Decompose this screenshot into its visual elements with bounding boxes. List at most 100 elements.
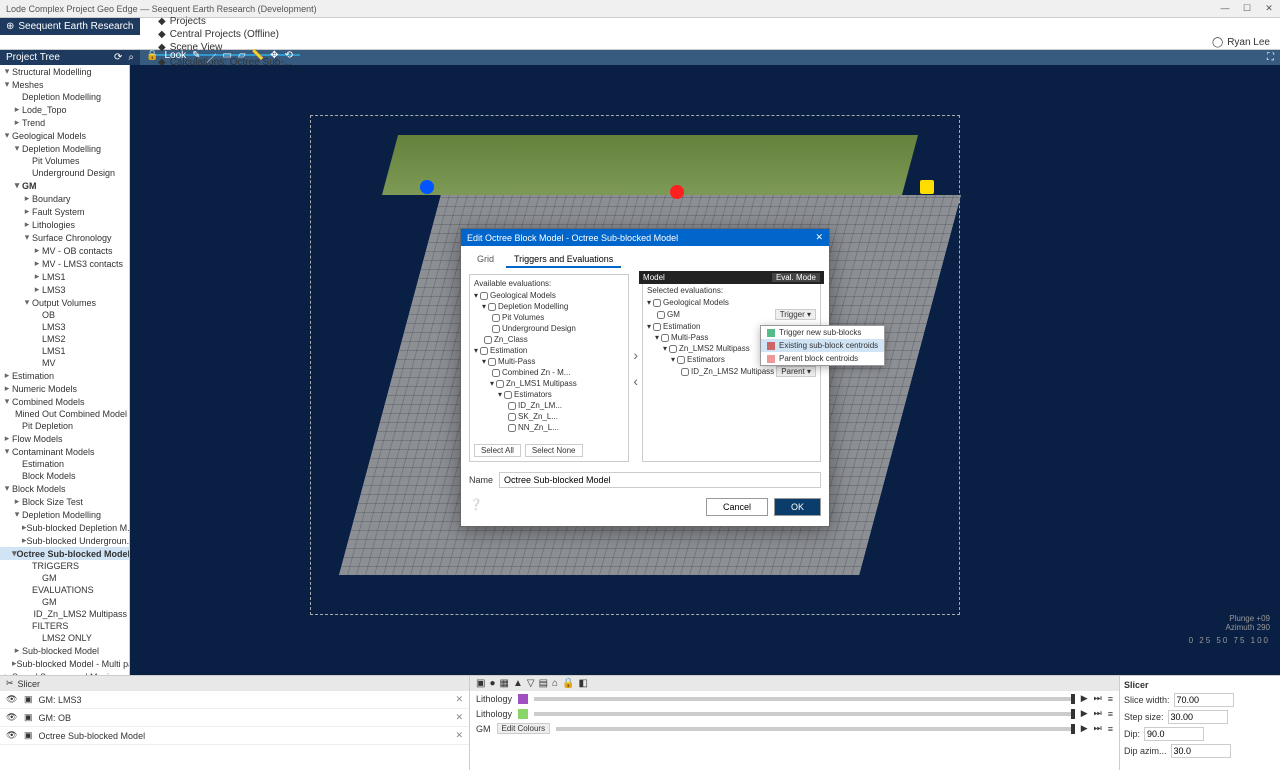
eval-tree-item[interactable]: GMTrigger ▾ bbox=[647, 308, 816, 321]
tree-item[interactable]: ▸Estimation bbox=[0, 369, 129, 382]
search-icon[interactable]: ⌕ bbox=[128, 52, 134, 63]
tree-item[interactable]: FILTERS bbox=[0, 620, 129, 632]
tree-item[interactable]: GM bbox=[0, 572, 129, 584]
eval-tree-item[interactable]: ▾Estimators bbox=[474, 389, 624, 400]
dialog-tab-grid[interactable]: Grid bbox=[469, 252, 502, 268]
opacity-slider-3[interactable] bbox=[556, 727, 1075, 731]
lock2-icon[interactable]: 🔒 bbox=[562, 678, 574, 689]
eval-tree-item[interactable]: Underground Design bbox=[474, 323, 624, 334]
surface-icon[interactable]: ▲ bbox=[513, 678, 523, 689]
remove-icon[interactable]: ✕ bbox=[455, 730, 463, 741]
dialog-close-icon[interactable]: ✕ bbox=[815, 232, 823, 243]
list-icon[interactable]: ≡ bbox=[1108, 694, 1113, 704]
dialog-tab-triggers[interactable]: Triggers and Evaluations bbox=[506, 252, 621, 268]
opacity-slider-2[interactable] bbox=[534, 712, 1075, 716]
step-size-input[interactable] bbox=[1168, 710, 1228, 724]
eval-tree-item[interactable]: ▾Multi-Pass bbox=[474, 356, 624, 367]
tree-item[interactable]: Pit Depletion bbox=[0, 420, 129, 432]
mode-option-trigger[interactable]: Trigger new sub-blocks bbox=[761, 326, 884, 339]
layer-icon[interactable]: ▤ bbox=[539, 678, 548, 689]
sphere-icon[interactable]: ● bbox=[489, 678, 495, 689]
home-icon[interactable]: ⌂ bbox=[552, 678, 558, 689]
tree-item[interactable]: ▾Block Models bbox=[0, 482, 129, 495]
tree-item[interactable]: LMS1 bbox=[0, 345, 129, 357]
tree-item[interactable]: ▸Saved Scenes and Movies bbox=[0, 670, 129, 675]
cube-icon[interactable]: ▣ bbox=[476, 678, 485, 689]
tool-move-icon[interactable]: ✥ bbox=[270, 50, 278, 65]
tree-item[interactable]: LMS2 ONLY bbox=[0, 632, 129, 644]
remove-icon[interactable]: ✕ bbox=[455, 712, 463, 723]
skip-icon-2[interactable]: ⏭ bbox=[1094, 708, 1102, 719]
tree-item[interactable]: ▸Flow Models bbox=[0, 432, 129, 445]
eval-tree-item[interactable]: ID_Zn_LM... bbox=[474, 400, 624, 411]
tree-item[interactable]: ▾Surface Chronology bbox=[0, 231, 129, 244]
tree-item[interactable]: Block Models bbox=[0, 470, 129, 482]
tree-item[interactable]: MV bbox=[0, 357, 129, 369]
move-left-icon[interactable]: ‹ bbox=[633, 373, 638, 389]
mode-option-existing[interactable]: Existing sub-block centroids bbox=[761, 339, 884, 352]
visibility-icon[interactable]: 👁 bbox=[6, 730, 18, 741]
eval-tree-item[interactable]: ▾Zn_LMS1 Multipass bbox=[474, 378, 624, 389]
rgb-icon[interactable]: ◧ bbox=[579, 678, 588, 689]
eval-tree-item[interactable]: Combined Zn - M... bbox=[474, 367, 624, 378]
scene-list-item[interactable]: 👁▣GM: LMS3✕ bbox=[0, 691, 469, 709]
mode-option-parent[interactable]: Parent block centroids bbox=[761, 352, 884, 365]
tree-item[interactable]: ▾Output Volumes bbox=[0, 296, 129, 309]
opacity-slider[interactable] bbox=[534, 697, 1075, 701]
tree-item[interactable]: ▸MV - LMS3 contacts bbox=[0, 257, 129, 270]
eval-tree-item[interactable]: ▾Geological Models bbox=[474, 290, 624, 301]
tree-item[interactable]: ▸Sub-blocked Model - Multi pass bbox=[0, 657, 129, 670]
play-icon[interactable]: ▶ bbox=[1081, 693, 1088, 704]
eval-mode-button[interactable]: Parent ▾ bbox=[776, 366, 816, 377]
visibility-icon[interactable]: 👁 bbox=[6, 694, 18, 705]
selected-tree[interactable]: ▾Geological ModelsGMTrigger ▾▾Estimation… bbox=[643, 297, 820, 447]
tree-item[interactable]: ▸MV - OB contacts bbox=[0, 244, 129, 257]
eval-tree-item[interactable]: ▾Estimation bbox=[474, 345, 624, 356]
tree-item[interactable]: GM bbox=[0, 596, 129, 608]
user-avatar-icon[interactable]: ◯ bbox=[1212, 37, 1223, 48]
tree-item[interactable]: ▸Sub-blocked Model bbox=[0, 644, 129, 657]
tree-item[interactable]: Depletion Modelling bbox=[0, 91, 129, 103]
tree-item[interactable]: LMS3 bbox=[0, 321, 129, 333]
play-icon-2[interactable]: ▶ bbox=[1081, 708, 1088, 719]
tab-central-projects-offline-[interactable]: ◆ Central Projects (Offline) bbox=[150, 28, 300, 41]
tree-item[interactable]: ▸Numeric Models bbox=[0, 382, 129, 395]
tool-brush-icon[interactable]: ✎ bbox=[192, 50, 200, 65]
cancel-button[interactable]: Cancel bbox=[706, 498, 768, 516]
lock-icon[interactable]: 🔒 bbox=[146, 50, 158, 65]
tree-item[interactable]: OB bbox=[0, 309, 129, 321]
eval-tree-item[interactable]: ▾Depletion Modelling bbox=[474, 301, 624, 312]
tree-item[interactable]: ID_Zn_LMS2 Multipass bbox=[0, 608, 129, 620]
slice-width-input[interactable] bbox=[1174, 693, 1234, 707]
play-icon-3[interactable]: ▶ bbox=[1081, 723, 1088, 734]
tree-item[interactable]: EVALUATIONS bbox=[0, 584, 129, 596]
tree-item[interactable]: ▾Octree Sub-blocked Model bbox=[0, 547, 129, 560]
move-right-icon[interactable]: › bbox=[633, 347, 638, 363]
tree-item[interactable]: Underground Design bbox=[0, 167, 129, 179]
tree-item[interactable]: ▸Sub-blocked Undergroun... bbox=[0, 534, 129, 547]
expand-icon[interactable]: ⛶ bbox=[1261, 52, 1280, 63]
tree-item[interactable]: ▸Sub-blocked Depletion M... bbox=[0, 521, 129, 534]
dip-az-input[interactable] bbox=[1171, 744, 1231, 758]
tool-rect-icon[interactable]: ▭ bbox=[223, 50, 232, 65]
tree-item[interactable]: ▸Boundary bbox=[0, 192, 129, 205]
close-icon[interactable]: ✕ bbox=[1264, 3, 1274, 14]
tree-item[interactable]: ▾GM bbox=[0, 179, 129, 192]
axis-handle-x[interactable] bbox=[420, 180, 434, 194]
tool-ruler-icon[interactable]: 📏 bbox=[252, 50, 264, 65]
tree-item[interactable]: Estimation bbox=[0, 458, 129, 470]
skip-icon[interactable]: ⏭ bbox=[1094, 693, 1102, 704]
tab-projects[interactable]: ◆ Projects bbox=[150, 15, 300, 28]
tree-item[interactable]: ▸Lithologies bbox=[0, 218, 129, 231]
scene-list-item[interactable]: 👁▣GM: OB✕ bbox=[0, 709, 469, 727]
tree-item[interactable]: ▸LMS1 bbox=[0, 270, 129, 283]
mesh-icon[interactable]: ▦ bbox=[500, 678, 509, 689]
tree-item[interactable]: ▾Structural Modelling bbox=[0, 65, 129, 78]
tree-item[interactable]: ▸Fault System bbox=[0, 205, 129, 218]
tree-item[interactable]: TRIGGERS bbox=[0, 560, 129, 572]
colour-swatch[interactable] bbox=[518, 694, 528, 704]
tree-item[interactable]: ▸Block Size Test bbox=[0, 495, 129, 508]
tool-plane-icon[interactable]: ▱ bbox=[238, 50, 246, 65]
project-tree[interactable]: ▾Structural Modelling▾MeshesDepletion Mo… bbox=[0, 65, 130, 675]
eval-tree-item[interactable]: NN_Zn_L... bbox=[474, 422, 624, 433]
